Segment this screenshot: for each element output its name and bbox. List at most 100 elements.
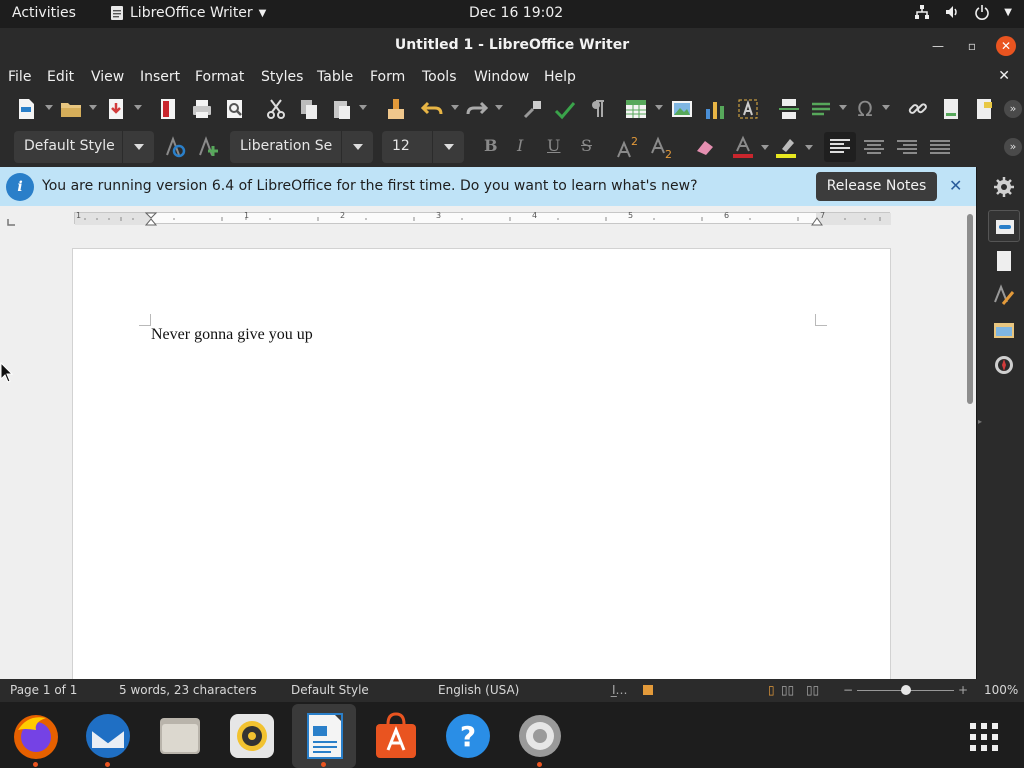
writer-dock-item[interactable] [292,704,356,768]
sidebar-properties-tab[interactable] [988,210,1020,242]
software-center-icon[interactable] [370,710,422,762]
paragraph-style-select[interactable]: Default Style [14,131,154,163]
word-count[interactable]: 5 words, 23 characters [119,683,257,697]
underline-icon[interactable]: U [547,136,560,155]
menu-edit[interactable]: Edit [47,69,74,85]
page-count[interactable]: Page 1 of 1 [10,683,77,697]
chevron-down-icon[interactable] [341,131,373,163]
chevron-down-icon[interactable] [655,105,663,110]
release-notes-button[interactable]: Release Notes [816,172,937,201]
open-folder-icon[interactable] [59,97,83,121]
insert-table-icon[interactable] [624,97,648,121]
gallery-icon[interactable] [993,319,1015,341]
sidebar-collapse-handle[interactable]: ▸ [978,417,984,429]
document-canvas[interactable]: Never gonna give you up [0,231,964,679]
strikethrough-icon[interactable]: S [581,136,592,155]
special-character-icon[interactable]: Ω [853,97,877,121]
new-document-icon[interactable] [14,97,38,121]
update-style-icon[interactable] [163,135,187,159]
highlight-color-icon[interactable] [774,135,798,159]
menu-window[interactable]: Window [474,69,529,85]
firefox-icon[interactable] [10,710,62,762]
zoom-out-icon[interactable]: − [843,683,853,697]
text-language[interactable]: English (USA) [438,683,519,697]
chevron-down-icon[interactable] [432,131,464,163]
find-replace-icon[interactable] [521,97,545,121]
insert-mode-icon[interactable]: I̲… [612,683,628,697]
italic-icon[interactable]: I [517,136,523,155]
zoom-level[interactable]: 100% [984,683,1018,697]
window-titlebar[interactable]: Untitled 1 - LibreOffice Writer — ▫ ✕ [0,28,1024,63]
close-window-button[interactable]: ✕ [996,36,1016,56]
help-icon[interactable]: ? [442,710,494,762]
system-tray[interactable]: ▼ [914,4,1012,20]
paste-icon[interactable] [330,97,354,121]
sidebar-settings-icon[interactable] [993,176,1015,198]
zoom-slider-thumb[interactable] [901,685,911,695]
menu-styles[interactable]: Styles [261,69,303,85]
files-icon[interactable] [154,710,206,762]
more-options-icon[interactable]: » [1004,138,1022,156]
chevron-down-icon[interactable] [451,105,459,110]
chevron-down-icon[interactable] [805,145,813,150]
undo-icon[interactable] [420,97,444,121]
align-left-button[interactable] [824,132,856,162]
settings-icon[interactable] [514,710,566,762]
export-pdf-icon[interactable] [156,97,180,121]
insert-page-break-icon[interactable] [777,97,801,121]
save-icon[interactable] [104,97,128,121]
show-applications-icon[interactable] [962,715,1006,759]
menu-tools[interactable]: Tools [422,69,457,85]
redo-icon[interactable] [465,97,489,121]
vertical-scrollbar[interactable] [964,206,976,679]
menu-insert[interactable]: Insert [140,69,180,85]
menu-view[interactable]: View [91,69,124,85]
right-indent-marker[interactable] [811,212,823,226]
copy-icon[interactable] [297,97,321,121]
menu-form[interactable]: Form [370,69,405,85]
document-page[interactable]: Never gonna give you up [72,248,891,679]
insert-comment-icon[interactable] [972,97,996,121]
chevron-down-icon[interactable] [134,105,142,110]
subscript-icon[interactable]: 2 [650,135,674,159]
chevron-down-icon[interactable] [89,105,97,110]
print-preview-icon[interactable] [223,97,247,121]
single-page-view-icon[interactable]: ▯ [768,683,775,697]
insert-chart-icon[interactable] [703,97,727,121]
chevron-down-icon[interactable] [495,105,503,110]
horizontal-ruler[interactable]: 1 1 2 3 4 5 6 7 [0,206,964,231]
navigator-icon[interactable] [993,354,1015,376]
chevron-down-icon[interactable] [839,105,847,110]
superscript-icon[interactable]: 2 [616,135,640,159]
font-color-icon[interactable] [731,135,755,159]
menu-help[interactable]: Help [544,69,576,85]
app-menu[interactable]: LibreOffice Writer ▼ [110,5,266,21]
thunderbird-icon[interactable] [82,710,134,762]
chevron-down-icon[interactable] [45,105,53,110]
chevron-down-icon[interactable] [122,131,154,163]
menu-format[interactable]: Format [195,69,244,85]
clock[interactable]: Dec 16 19:02 [469,5,563,21]
page-icon[interactable] [993,250,1015,272]
formatting-marks-icon[interactable] [586,97,610,121]
zoom-slider[interactable] [857,685,954,695]
font-name-select[interactable]: Liberation Se [230,131,373,163]
chevron-down-icon[interactable] [359,105,367,110]
multi-page-view-icon[interactable]: ▯▯ [781,683,794,697]
spelling-icon[interactable] [553,97,577,121]
new-style-icon[interactable] [196,135,220,159]
maximize-button[interactable]: ▫ [962,36,982,56]
insert-text-box-icon[interactable] [736,97,760,121]
hyperlink-icon[interactable] [906,97,930,121]
align-right-icon[interactable] [895,135,919,159]
cut-icon[interactable] [264,97,288,121]
close-infobar-icon[interactable]: ✕ [949,176,962,195]
scrollbar-thumb[interactable] [967,214,973,404]
minimize-button[interactable]: — [928,36,948,56]
justify-icon[interactable] [928,135,952,159]
document-modified-icon[interactable] [643,685,653,695]
clear-formatting-icon[interactable] [693,135,717,159]
document-text[interactable]: Never gonna give you up [151,326,313,344]
bold-icon[interactable]: B [484,136,498,155]
insert-footnote-icon[interactable] [939,97,963,121]
